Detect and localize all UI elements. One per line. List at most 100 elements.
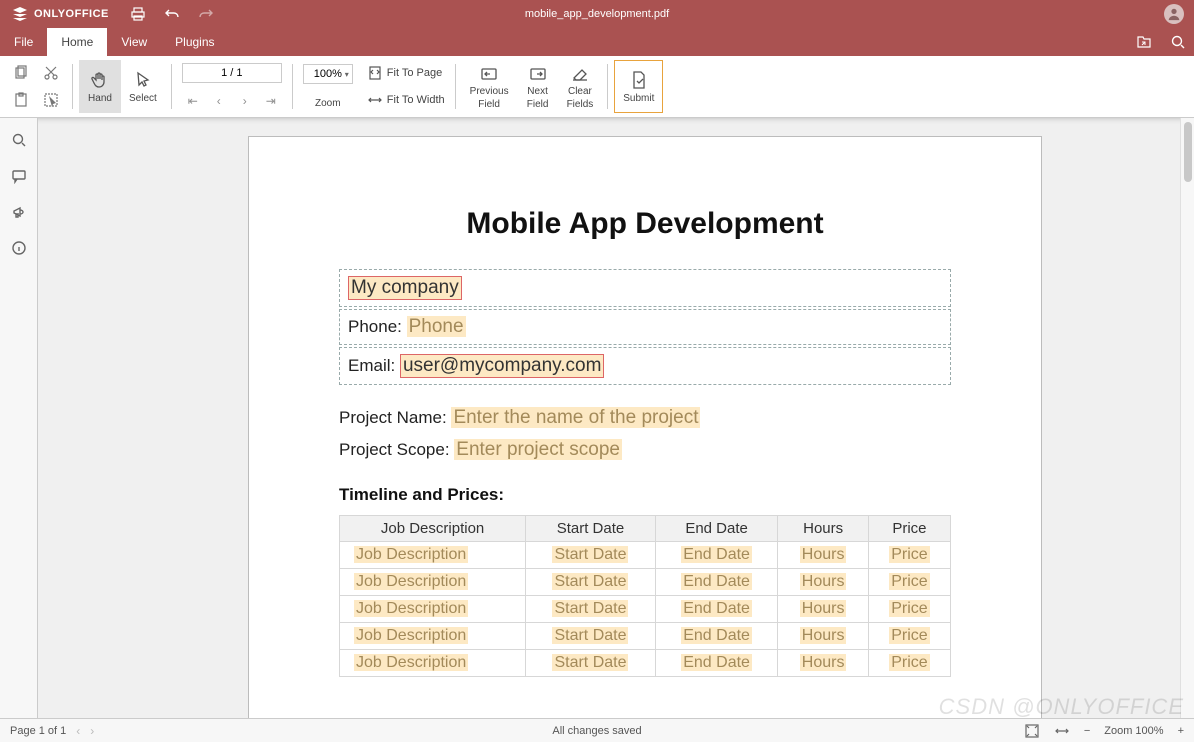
email-field-row: Email: user@mycompany.com (339, 347, 951, 385)
search-icon (11, 132, 27, 148)
select-all-button[interactable] (40, 89, 62, 111)
avatar[interactable] (1164, 4, 1184, 24)
project-name-field[interactable]: Enter the name of the project (451, 407, 700, 428)
page-indicator[interactable]: 1 / 1 (182, 63, 282, 83)
statusbar: Page 1 of 1 ‹ › All changes saved − Zoom… (0, 718, 1194, 742)
feedback-panel-button[interactable] (11, 204, 27, 220)
table-cell-field[interactable]: Job Description (354, 573, 468, 590)
table-row: Job Description Start Date End Date Hours Pr… (340, 542, 951, 569)
table-cell-field[interactable]: Start Date (552, 627, 628, 644)
open-location-icon[interactable] (1136, 34, 1152, 50)
table-cell-field[interactable]: Price (889, 627, 929, 644)
prev-page-button[interactable]: ‹ (210, 92, 228, 110)
select-tool[interactable]: Select (121, 60, 165, 113)
select-label: Select (129, 93, 157, 104)
workarea: Mobile App Development My company Phone:… (0, 118, 1194, 718)
phone-field-row: Phone: Phone (339, 309, 951, 345)
next-page-button[interactable]: › (236, 92, 254, 110)
hand-icon (90, 70, 110, 90)
search-icon[interactable] (1170, 34, 1186, 50)
comments-panel-button[interactable] (11, 168, 27, 184)
email-label: Email: (348, 356, 400, 375)
table-cell-field[interactable]: Job Description (354, 627, 468, 644)
last-page-button[interactable]: ⇥ (262, 92, 280, 110)
paste-button[interactable] (10, 89, 32, 111)
menu-home[interactable]: Home (47, 28, 107, 56)
eraser-icon (570, 64, 590, 84)
brand: ONLYOFFICE (0, 6, 121, 22)
table-header: End Date (655, 516, 778, 542)
undo-button[interactable] (155, 0, 189, 28)
select-all-icon (43, 92, 59, 108)
zoom-in-button[interactable]: + (1178, 725, 1184, 737)
table-header: Start Date (526, 516, 656, 542)
table-cell-field[interactable]: End Date (681, 600, 752, 617)
table-cell-field[interactable]: Price (889, 600, 929, 617)
table-cell-field[interactable]: Job Description (354, 654, 468, 671)
status-next-page[interactable]: › (90, 724, 94, 738)
table-cell-field[interactable]: Price (889, 654, 929, 671)
table-cell-field[interactable]: Job Description (354, 600, 468, 617)
megaphone-icon (11, 204, 27, 220)
hand-tool[interactable]: Hand (79, 60, 121, 113)
table-cell-field[interactable]: Job Description (354, 546, 468, 563)
submit-button[interactable]: Submit (614, 60, 663, 113)
redo-button[interactable] (189, 0, 223, 28)
fit-to-width[interactable]: Fit To Width (367, 89, 445, 111)
zoom-select[interactable]: 100% (303, 64, 353, 84)
table-cell-field[interactable]: Hours (800, 600, 847, 617)
table-cell-field[interactable]: End Date (681, 654, 752, 671)
titlebar: ONLYOFFICE mobile_app_development.pdf (0, 0, 1194, 28)
cut-button[interactable] (40, 62, 62, 84)
table-cell-field[interactable]: End Date (681, 573, 752, 590)
project-scope-row: Project Scope: Enter project scope (339, 439, 951, 461)
zoom-out-button[interactable]: − (1084, 725, 1090, 737)
table-cell-field[interactable]: Start Date (552, 654, 628, 671)
company-field-row: My company (339, 269, 951, 307)
menu-view[interactable]: View (107, 28, 161, 56)
canvas[interactable]: Mobile App Development My company Phone:… (38, 118, 1194, 718)
print-button[interactable] (121, 0, 155, 28)
table-cell-field[interactable]: Start Date (552, 546, 628, 563)
fit-to-page[interactable]: Fit To Page (367, 62, 445, 84)
previous-field-button[interactable]: PreviousField (462, 60, 517, 113)
table-cell-field[interactable]: Start Date (552, 600, 628, 617)
fit-page-status-icon[interactable] (1024, 723, 1040, 739)
copy-button[interactable] (10, 62, 32, 84)
menu-plugins[interactable]: Plugins (161, 28, 228, 56)
fit-width-status-icon[interactable] (1054, 723, 1070, 739)
table-cell-field[interactable]: End Date (681, 546, 752, 563)
status-zoom: Zoom 100% (1104, 725, 1163, 737)
scrollbar-thumb[interactable] (1184, 122, 1192, 182)
table-cell-field[interactable]: Price (889, 573, 929, 590)
user-icon (1167, 7, 1181, 21)
table-cell-field[interactable]: Price (889, 546, 929, 563)
table-cell-field[interactable]: Hours (800, 627, 847, 644)
table-cell-field[interactable]: Start Date (552, 573, 628, 590)
timeline-table: Job DescriptionStart DateEnd DateHoursPr… (339, 515, 951, 677)
toolbar: Hand Select 1 / 1 ⇤ ‹ › ⇥ 100% Zoom Fit … (0, 56, 1194, 118)
company-field[interactable]: My company (348, 276, 462, 300)
clear-fields-button[interactable]: ClearFields (559, 60, 602, 113)
table-cell-field[interactable]: End Date (681, 627, 752, 644)
table-cell-field[interactable]: Hours (800, 573, 847, 590)
phone-field[interactable]: Phone (407, 316, 466, 337)
vertical-scrollbar[interactable] (1180, 118, 1194, 718)
next-field-button[interactable]: NextField (517, 60, 559, 113)
next-field-icon (528, 64, 548, 84)
project-scope-field[interactable]: Enter project scope (454, 439, 622, 460)
about-panel-button[interactable] (11, 240, 27, 256)
prev-field-icon (479, 64, 499, 84)
first-page-button[interactable]: ⇤ (184, 92, 202, 110)
email-field[interactable]: user@mycompany.com (400, 354, 604, 378)
table-cell-field[interactable]: Hours (800, 654, 847, 671)
status-saved: All changes saved (552, 725, 641, 737)
copy-icon (13, 65, 29, 81)
page-title: Mobile App Development (339, 207, 951, 241)
table-cell-field[interactable]: Hours (800, 546, 847, 563)
menu-file[interactable]: File (0, 28, 47, 56)
status-prev-page[interactable]: ‹ (76, 724, 80, 738)
timeline-heading: Timeline and Prices: (339, 485, 951, 505)
find-panel-button[interactable] (11, 132, 27, 148)
table-header: Price (868, 516, 950, 542)
